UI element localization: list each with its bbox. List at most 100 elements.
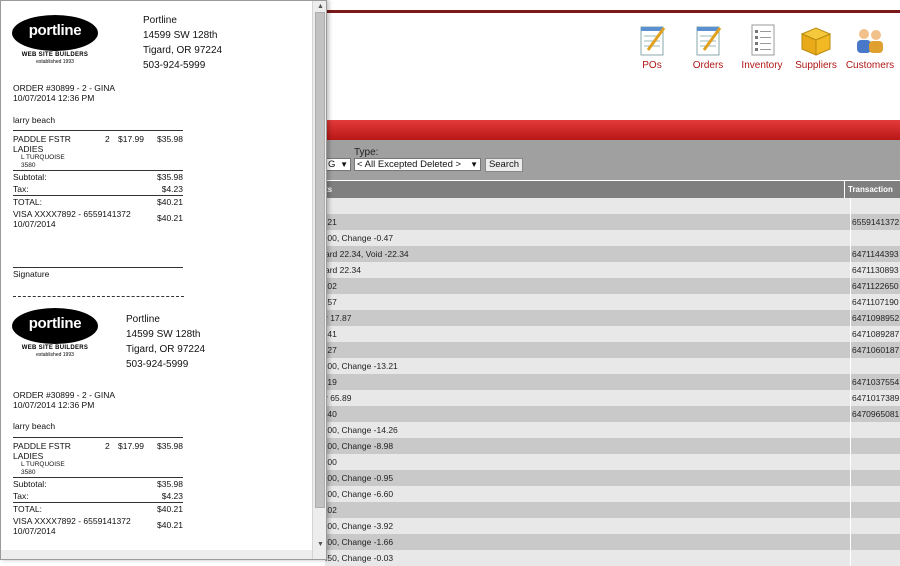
orders-notepad-icon (696, 26, 722, 56)
receipt-divider (13, 170, 183, 171)
scroll-up-arrow-icon[interactable]: ▲ (313, 1, 326, 12)
signature-line (13, 267, 183, 268)
table-row[interactable]: .40 6470965081 (325, 406, 900, 422)
transaction-cell (850, 438, 900, 454)
toolbar-inventory-button[interactable]: Inventory (736, 22, 788, 71)
transaction-cell (850, 550, 900, 566)
signature-label: Signature (13, 269, 50, 279)
table-row[interactable]: .27 6471060187 (325, 342, 900, 358)
store-street: 14599 SW 128th (126, 329, 201, 340)
table-row[interactable]: .00, Change -1.66 (325, 534, 900, 550)
chevron-down-icon: ▼ (340, 160, 348, 169)
transaction-cell (850, 470, 900, 486)
table-row[interactable]: .41 6471089287 (325, 326, 900, 342)
scroll-down-arrow-icon[interactable]: ▼ (313, 539, 326, 550)
logo-wordmark: portline (28, 315, 82, 332)
subtotal-label: Subtotal: (13, 479, 47, 489)
toolbar-suppliers-button[interactable]: Suppliers (790, 22, 842, 71)
table-row[interactable]: .19 6471037554 (325, 374, 900, 390)
table-row[interactable]: .57 6471107190 (325, 294, 900, 310)
receipt-divider (13, 195, 183, 196)
transaction-cell: 6471017389 (850, 390, 900, 406)
transaction-cell: 6559141372 (850, 214, 900, 230)
order-number: ORDER #30899 - 2 - GINA (13, 83, 116, 93)
table-row[interactable]: r 65.89 6471017389 (325, 390, 900, 406)
table-row[interactable]: .00, Change -13.21 (325, 358, 900, 374)
horizontal-scrollbar[interactable] (1, 550, 312, 559)
toolbar-orders-button[interactable]: Orders (682, 22, 734, 71)
transaction-cell (850, 486, 900, 502)
scrollbar-thumb[interactable] (315, 12, 325, 508)
table-row[interactable]: .00, Change -6.60 (325, 486, 900, 502)
table-row[interactable]: .00 (325, 454, 900, 470)
tax-label: Tax: (13, 184, 29, 194)
transaction-cell (850, 502, 900, 518)
table-row[interactable]: .00, Change -14.26 (325, 422, 900, 438)
table-row[interactable]: ard 22.34 6471130893 (325, 262, 900, 278)
transaction-cell (850, 422, 900, 438)
toolbar-pos-label: POs (642, 60, 662, 71)
item-name: PADDLE FSTR (13, 441, 71, 451)
store-address: Portline 14599 SW 128th Tigard, OR 97224… (143, 13, 222, 73)
table-row[interactable]: ard 22.34, Void -22.34 6471144393 (325, 246, 900, 262)
transaction-cell (850, 230, 900, 246)
customer-name: larry beach (13, 115, 56, 125)
search-button[interactable]: Search (485, 158, 523, 172)
inventory-list-icon (751, 24, 775, 56)
table-row[interactable]: .00, Change -0.47 (325, 230, 900, 246)
type-filter-label: Type: (354, 147, 379, 158)
payment-cell: ard 22.34 (325, 265, 361, 275)
grid-header (325, 181, 900, 198)
logo-wordmark: portline (28, 22, 82, 39)
suppliers-box-icon (800, 27, 832, 56)
order-datetime: 10/07/2014 12:36 PM (13, 400, 95, 410)
transaction-cell: 6471060187 (850, 342, 900, 358)
item-name-line2: LADIES (13, 144, 44, 154)
logo-tagline: WEB SITE BUILDERS (21, 52, 89, 58)
toolbar-suppliers-label: Suppliers (795, 60, 837, 71)
payment-cell: .00, Change -0.95 (325, 473, 394, 483)
payment-date: 10/07/2014 (13, 526, 56, 536)
table-row[interactable]: .21 6559141372 (325, 214, 900, 230)
payment-cell: .00, Change -8.98 (325, 441, 394, 451)
red-banner (325, 120, 900, 140)
table-row[interactable]: .00, Change -3.92 (325, 518, 900, 534)
transaction-cell: 6471130893 (850, 262, 900, 278)
logo-established: established 1993 (36, 59, 74, 65)
payment-cell: .00, Change -3.92 (325, 521, 394, 531)
total-label: TOTAL: (13, 504, 42, 514)
order-number: ORDER #30899 - 2 - GINA (13, 390, 116, 400)
vertical-scrollbar[interactable]: ▲ ▼ (312, 1, 326, 559)
table-row[interactable]: .02 (325, 502, 900, 518)
receipt-divider (13, 130, 183, 131)
store-phone: 503-924-5999 (126, 359, 189, 370)
payment-cell: .50, Change -0.03 (325, 553, 394, 563)
toolbar-pos-button[interactable]: POs (624, 22, 680, 71)
table-row[interactable]: .00, Change -8.98 (325, 438, 900, 454)
transaction-column-header[interactable]: Transaction (848, 185, 893, 194)
payment-amount: $40.21 (157, 520, 183, 530)
partial-filter-select[interactable]: G ▼ (325, 158, 351, 171)
logo-established: established 1993 (36, 352, 74, 358)
item-variant: L TURQUOISE (21, 461, 65, 468)
table-row[interactable]: .00, Change -0.95 (325, 470, 900, 486)
table-row[interactable] (325, 198, 900, 214)
orders-grid: .21 6559141372 .00, Change -0.47 ard 22.34,… (325, 198, 900, 566)
table-row[interactable]: .50, Change -0.03 (325, 550, 900, 566)
toolbar-customers-button[interactable]: Customers (844, 22, 896, 71)
table-row[interactable]: r 17.87 6471098952 (325, 310, 900, 326)
type-filter-select[interactable]: < All Excepted Deleted > ▼ (354, 158, 481, 171)
store-phone: 503-924-5999 (143, 60, 206, 71)
tax-label: Tax: (13, 491, 29, 501)
type-filter-value: < All Excepted Deleted > (357, 159, 462, 170)
customer-name: larry beach (13, 421, 56, 431)
store-name: Portline (126, 314, 160, 325)
total-value: $40.21 (157, 504, 183, 514)
main-toolbar: POs Orders Inventory Suppliers Customers (622, 22, 896, 71)
logo-tagline: WEB SITE BUILDERS (21, 345, 89, 351)
cut-line (13, 296, 184, 297)
store-street: 14599 SW 128th (143, 30, 218, 41)
payment-cell: .00, Change -14.26 (325, 425, 398, 435)
table-row[interactable]: .02 6471122650 (325, 278, 900, 294)
item-code: 3580 (21, 162, 36, 169)
